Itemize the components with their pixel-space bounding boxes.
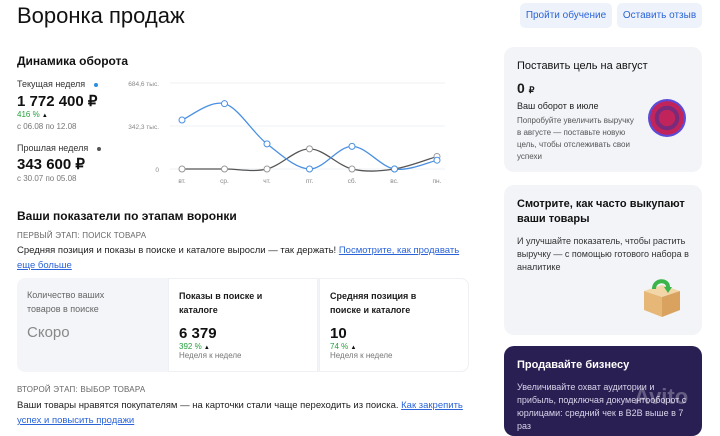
current-series-dot	[93, 82, 98, 87]
metric-card-position: Средняя позиция в поиске и каталоге 10 7…	[319, 278, 469, 372]
metric-sub: Неделя к неделе	[330, 351, 393, 360]
metric-pct: 74 % ▲	[330, 342, 357, 351]
x-tick-label: ср.	[220, 178, 229, 185]
goal-desc: Попробуйте увеличить выручку в августе —…	[517, 116, 634, 161]
x-tick-label: пт.	[306, 178, 314, 185]
goal-value: 0 ₽	[517, 80, 535, 96]
metric-title: Средняя позиция в поиске и каталоге	[330, 291, 417, 315]
data-point	[178, 116, 186, 124]
data-point	[306, 145, 313, 153]
business-title: Продавайте бизнесу	[517, 359, 630, 371]
stage1-metrics: Количество ваших товаров в поиске Скоро …	[17, 278, 469, 372]
page-title: Воронка продаж	[17, 3, 185, 28]
current-week-label: Текущая неделя	[17, 79, 98, 89]
x-tick-label: вс.	[390, 178, 399, 185]
metric-pct: 392 % ▲	[179, 342, 210, 351]
y-tick-label: 0	[155, 167, 159, 174]
buyout-title: Смотрите, как часто выкупают ваши товары	[517, 198, 685, 225]
goal-card[interactable]: Поставить цель на август 0 ₽ Ваш оборот …	[504, 47, 702, 172]
data-point	[348, 142, 356, 150]
feedback-button[interactable]: Оставить отзыв	[617, 3, 702, 28]
business-card[interactable]: Продавайте бизнесу Увеличивайте охват ау…	[504, 346, 702, 436]
data-point	[306, 165, 313, 173]
metric-value: 6 379	[179, 325, 217, 342]
previous-week-value: 343 600 ₽	[17, 156, 85, 173]
turnover-chart: 684,6 тыс. 342,3 тыс. 0 вт. ср. чт. пт. сб. вс. п…	[128, 81, 445, 185]
stage1-caption: ПЕРВЫЙ ЭТАП: ПОИСК ТОВАРА	[17, 231, 147, 240]
metric-card-search-count: Количество ваших товаров в поиске Скоро	[17, 278, 167, 372]
data-point	[391, 165, 398, 173]
stage1-text: Средняя позиция и показы в поиске и ката…	[17, 245, 460, 271]
current-week-period: с 06.08 по 12.08	[17, 122, 77, 131]
previous-series-dot	[96, 146, 101, 151]
training-button[interactable]: Пройти обучение	[520, 3, 612, 28]
data-point	[221, 165, 228, 173]
metric-title: Показы в поиске и каталоге	[179, 291, 263, 315]
current-week-value: 1 772 400 ₽	[17, 93, 98, 110]
metric-value: Скоро	[27, 324, 70, 341]
x-tick-label: чт.	[263, 178, 271, 185]
current-week-pct: 416 % ▲	[17, 110, 48, 119]
series-line	[181, 102, 438, 170]
data-point	[263, 140, 271, 148]
data-point	[348, 165, 356, 173]
y-tick-label: 342,3 тыс.	[128, 124, 159, 131]
metric-card-impressions: Показы в поиске и каталоге 6 379 392 % ▲…	[168, 278, 318, 372]
stage2-caption: ВТОРОЙ ЭТАП: ВЫБОР ТОВАРА	[17, 385, 146, 394]
x-tick-label: вт.	[178, 178, 186, 185]
up-arrow-icon: ▲	[41, 113, 48, 119]
data-point	[178, 165, 186, 173]
data-point	[221, 100, 228, 108]
metric-title: Количество ваших товаров в поиске	[27, 290, 105, 314]
buyout-card[interactable]: Смотрите, как часто выкупают ваши товары…	[504, 185, 702, 335]
turnover-title: Динамика оборота	[17, 54, 129, 68]
funnel-title: Ваши показатели по этапам воронки	[17, 209, 237, 223]
stage2-text: Ваши товары нравятся покупателям — на ка…	[17, 400, 463, 426]
avito-watermark: Avito	[634, 384, 689, 409]
previous-week-label: Прошлая неделя	[17, 143, 101, 153]
goal-title: Поставить цель на август	[517, 60, 648, 72]
x-tick-label: пн.	[433, 178, 442, 185]
x-tick-label: сб.	[348, 177, 357, 185]
box-icon	[644, 279, 680, 317]
metric-sub: Неделя к неделе	[179, 351, 242, 360]
metric-value: 10	[330, 325, 347, 342]
y-tick-label: 684,6 тыс.	[128, 81, 159, 88]
target-icon	[648, 99, 686, 137]
data-point	[433, 156, 441, 164]
data-point	[263, 165, 271, 173]
buyout-desc: И улучшайте показатель, чтобы растить вы…	[517, 236, 689, 272]
previous-week-period: с 30.07 по 05.08	[17, 174, 77, 183]
